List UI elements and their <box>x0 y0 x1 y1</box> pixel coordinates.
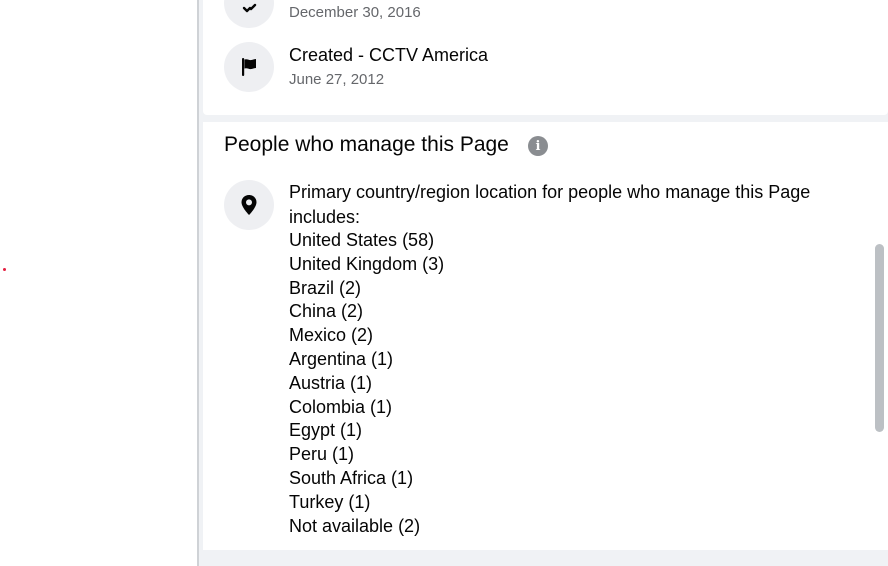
page-history-card: December 30, 2016 Created - CCTV America… <box>203 0 888 115</box>
history-date: June 27, 2012 <box>289 71 385 88</box>
location-item: United Kingdom (3) <box>289 253 445 274</box>
managers-card: People who manage this Page i Primary co… <box>203 122 888 550</box>
history-title: Created - CCTV America <box>289 45 489 65</box>
scrollbar[interactable] <box>875 244 884 432</box>
name-change-icon <box>224 0 274 28</box>
flag-icon <box>224 42 274 92</box>
location-item: United States (58) <box>289 230 435 250</box>
location-item: Colombia (1) <box>289 396 393 417</box>
location-item: Brazil (2) <box>289 277 362 298</box>
location-item: Mexico (2) <box>289 325 374 346</box>
info-icon[interactable]: i <box>528 136 548 156</box>
location-item: Peru (1) <box>289 444 355 465</box>
location-item: Austria (1) <box>289 372 373 393</box>
cursor-dot <box>3 268 6 271</box>
locations-intro: Primary country/region location for peop… <box>289 182 811 227</box>
screen: December 30, 2016 Created - CCTV America… <box>0 0 888 566</box>
location-item: South Africa (1) <box>289 467 414 488</box>
location-item: Turkey (1) <box>289 491 371 512</box>
location-item: Argentina (1) <box>289 348 394 369</box>
history-date: December 30, 2016 <box>289 4 421 21</box>
section-title: People who manage this Page <box>224 133 509 156</box>
page-transparency-dialog: December 30, 2016 Created - CCTV America… <box>197 0 888 566</box>
location-pin-icon <box>224 180 274 230</box>
manager-locations: Primary country/region location for peop… <box>289 180 869 538</box>
location-item: Not available (2) <box>289 515 421 536</box>
locations-list: United States (58) United Kingdom (3) Br… <box>289 229 869 538</box>
location-item: China (2) <box>289 301 364 322</box>
location-item: Egypt (1) <box>289 420 363 441</box>
